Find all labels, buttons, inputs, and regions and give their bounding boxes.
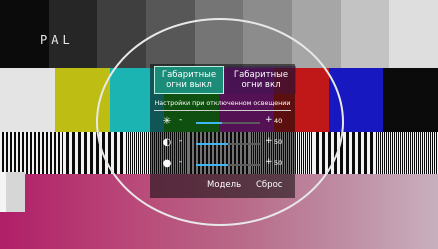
color-increase-button[interactable]: + bbox=[265, 157, 273, 167]
freq-bar-7 bbox=[375, 132, 438, 174]
contrast-fill bbox=[196, 143, 228, 145]
color-palette-icon: ● bbox=[162, 158, 172, 169]
color-slider[interactable]: ● - + 50 bbox=[150, 157, 295, 172]
contrast-value: 50 bbox=[274, 138, 283, 146]
color-value: 50 bbox=[274, 159, 283, 167]
color-track[interactable] bbox=[196, 164, 260, 166]
contrast-increase-button[interactable]: + bbox=[265, 136, 273, 146]
contrast-icon: ◐ bbox=[162, 137, 172, 148]
pal-label: PAL bbox=[40, 33, 74, 47]
contrast-decrease-button[interactable]: - bbox=[179, 136, 182, 146]
gray-chip bbox=[6, 172, 25, 212]
color-bar-1 bbox=[0, 68, 55, 132]
color-fill bbox=[196, 164, 228, 166]
brightness-slider[interactable]: ✳ - + 40 bbox=[150, 115, 295, 130]
divider bbox=[154, 110, 291, 111]
color-bar-8 bbox=[383, 68, 438, 132]
brightness-fill bbox=[196, 122, 222, 124]
contrast-track[interactable] bbox=[196, 143, 260, 145]
lights-on-button[interactable]: Габаритные огни вкл bbox=[226, 66, 296, 94]
gray-bar-8 bbox=[340, 0, 390, 68]
lights-off-button[interactable]: Габаритные огни выкл bbox=[154, 66, 224, 94]
brightness-value: 40 bbox=[274, 117, 283, 125]
brightness-decrease-button[interactable]: - bbox=[179, 115, 182, 125]
contrast-slider[interactable]: ◐ - + 50 bbox=[150, 136, 295, 151]
reset-button[interactable]: Сброс bbox=[256, 180, 282, 190]
gray-bar-9 bbox=[389, 0, 438, 68]
lighting-settings-panel: Габаритные огни выкл Габаритные огни вкл… bbox=[150, 64, 296, 198]
camera-preview: PAL Габаритные огни выкл Габаритные огни… bbox=[0, 0, 438, 249]
brightness-increase-button[interactable]: + bbox=[265, 115, 273, 125]
model-button[interactable]: Модель bbox=[207, 180, 241, 190]
settings-title: Настройки при отключенном освещении bbox=[154, 100, 291, 107]
freq-bar-1 bbox=[0, 132, 63, 174]
color-decrease-button[interactable]: - bbox=[179, 157, 182, 167]
brightness-track[interactable] bbox=[196, 122, 260, 124]
brightness-icon: ✳ bbox=[162, 116, 172, 127]
